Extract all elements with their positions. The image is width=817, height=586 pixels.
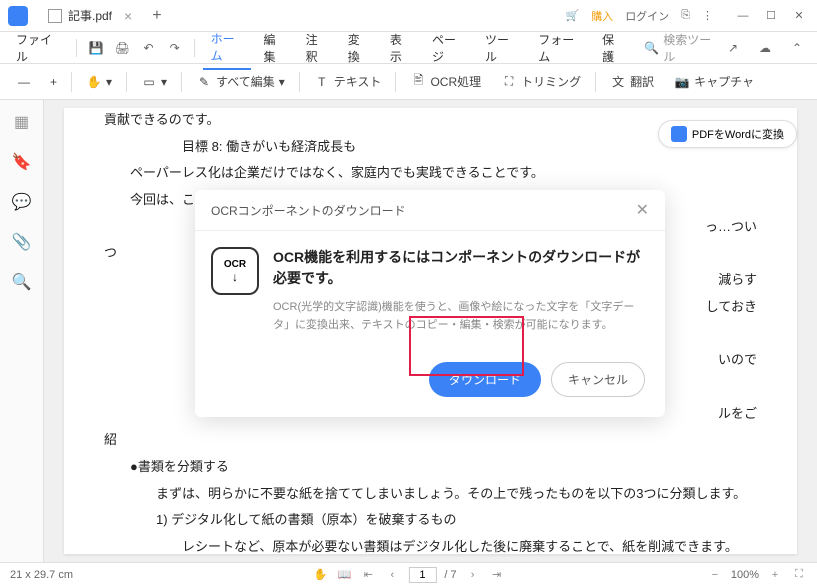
maximize-button[interactable]: ☐ — [761, 6, 781, 26]
share-icon[interactable]: ↗ — [721, 36, 745, 60]
toolbar: — + ✋▾ ▭▾ ✎すべて編集▾ Tテキスト 🖹OCR処理 ⛶トリミング 文翻… — [0, 64, 817, 100]
print-icon[interactable]: 🖨 — [111, 36, 133, 60]
first-page-icon[interactable]: ⇤ — [360, 567, 376, 583]
tab-annotate[interactable]: 注釈 — [298, 27, 336, 69]
menubar: ファイル 💾 🖨 ↶ ↷ ホーム 編集 注釈 変換 表示 ページ ツール フォー… — [0, 32, 817, 64]
tab-close-icon[interactable]: × — [124, 8, 132, 24]
tab-title: 記事.pdf — [68, 7, 112, 24]
ocr-icon: OCR ↓ — [211, 247, 259, 295]
modal-description: OCR(光学的文字認識)機能を使うと、画像や絵になった文字を「文字データ」に変換… — [273, 299, 649, 334]
buy-link[interactable]: 購入 — [591, 8, 613, 24]
app-icon — [8, 6, 28, 26]
search-panel-icon[interactable]: 🔍 — [12, 272, 32, 292]
prev-page-icon[interactable]: ‹ — [384, 567, 400, 583]
tab-display[interactable]: 表示 — [382, 27, 420, 69]
doc-line: ペーパーレス化は企業だけではなく、家庭内でも実践できることです。 — [104, 161, 757, 186]
sidebar: ▦ 🔖 💬 📎 🔍 — [0, 100, 44, 562]
redo-icon[interactable]: ↷ — [164, 36, 186, 60]
chevron-up-icon[interactable]: ⌃ — [785, 36, 809, 60]
tab-form[interactable]: フォーム — [530, 27, 590, 69]
pdf-to-word-badge[interactable]: PDFをWordに変換 — [658, 120, 797, 148]
comment-icon[interactable]: 💬 — [12, 192, 32, 212]
doc-line: まずは、明らかに不要な紙を捨ててしまいましょう。その上で残ったものを以下の3つに… — [104, 482, 757, 507]
download-button[interactable]: ダウンロード — [429, 362, 541, 397]
cancel-button[interactable]: キャンセル — [551, 362, 645, 397]
doc-line: 紹 — [104, 428, 757, 453]
zoom-level: 100% — [731, 569, 759, 581]
text-tool[interactable]: Tテキスト — [308, 69, 388, 94]
fit-page-icon[interactable]: ⛶ — [791, 567, 807, 583]
next-page-icon[interactable]: › — [465, 567, 481, 583]
read-mode-icon[interactable]: 📖 — [336, 567, 352, 583]
attachment-icon[interactable]: 📎 — [12, 232, 32, 252]
tab-protect[interactable]: 保護 — [594, 27, 632, 69]
cloud-icon[interactable]: ☁ — [753, 36, 777, 60]
doc-icon — [48, 9, 62, 23]
badge-text: PDFをWordに変換 — [692, 126, 784, 142]
word-icon — [671, 126, 687, 142]
doc-line: ●書類を分類する — [104, 455, 757, 480]
login-link[interactable]: ログイン — [625, 8, 669, 24]
zoom-out-button[interactable]: — — [12, 71, 36, 93]
edit-all-button[interactable]: ✎すべて編集▾ — [190, 69, 291, 94]
document-tab[interactable]: 記事.pdf × — [36, 3, 144, 28]
modal-close-icon[interactable]: ✕ — [636, 200, 649, 220]
search-tool[interactable]: 🔍 検索ツール — [644, 31, 717, 65]
page-dimensions: 21 x 29.7 cm — [10, 569, 73, 581]
zoom-in-button[interactable]: + — [44, 71, 63, 93]
capture-button[interactable]: 📷キャプチャ — [668, 69, 760, 94]
file-menu[interactable]: ファイル — [8, 27, 68, 69]
select-tool[interactable]: ▭▾ — [135, 70, 173, 94]
tab-home[interactable]: ホーム — [203, 26, 252, 70]
notification-icon[interactable]: ⎘ — [681, 9, 690, 22]
doc-line: 1) デジタル化して紙の書類（原本）を破棄するもの — [104, 508, 757, 533]
bookmark-icon[interactable]: 🔖 — [12, 152, 32, 172]
minimize-button[interactable]: — — [733, 6, 753, 26]
trimming-button[interactable]: ⛶トリミング — [495, 69, 587, 94]
doc-line: レシートなど、原本が必要ない書類はデジタル化した後に廃棄することで、紙を削減でき… — [104, 535, 757, 560]
thumbnails-icon[interactable]: ▦ — [12, 112, 32, 132]
zoom-out-icon[interactable]: − — [707, 567, 723, 583]
statusbar: 21 x 29.7 cm ✋ 📖 ⇤ ‹ / 7 › ⇥ − 100% + ⛶ — [0, 562, 817, 586]
translate-button[interactable]: 文翻訳 — [604, 69, 660, 94]
search-icon: 🔍 — [644, 41, 659, 55]
hand-mode-icon[interactable]: ✋ — [312, 567, 328, 583]
modal-title: OCR機能を利用するにはコンポーネントのダウンロードが必要です。 — [273, 247, 649, 289]
hand-tool[interactable]: ✋▾ — [80, 70, 118, 94]
undo-icon[interactable]: ↶ — [137, 36, 159, 60]
tab-tool[interactable]: ツール — [477, 27, 526, 69]
search-label: 検索ツール — [663, 31, 717, 65]
cart-icon[interactable]: 🛒 — [565, 9, 579, 22]
zoom-in-icon[interactable]: + — [767, 567, 783, 583]
close-button[interactable]: ✕ — [789, 6, 809, 26]
last-page-icon[interactable]: ⇥ — [489, 567, 505, 583]
tab-convert[interactable]: 変換 — [340, 27, 378, 69]
page-total: / 7 — [444, 569, 456, 581]
save-icon[interactable]: 💾 — [85, 36, 107, 60]
tab-add-icon[interactable]: + — [152, 7, 161, 25]
page-number-input[interactable] — [408, 567, 436, 583]
tab-edit[interactable]: 編集 — [255, 27, 293, 69]
modal-header-title: OCRコンポーネントのダウンロード — [211, 202, 406, 219]
ocr-download-modal: OCRコンポーネントのダウンロード ✕ OCR ↓ OCR機能を利用するにはコン… — [195, 190, 665, 417]
ocr-button[interactable]: 🖹OCR処理 — [404, 69, 487, 94]
tab-page[interactable]: ページ — [424, 27, 473, 69]
more-icon[interactable]: ⋮ — [702, 9, 713, 22]
